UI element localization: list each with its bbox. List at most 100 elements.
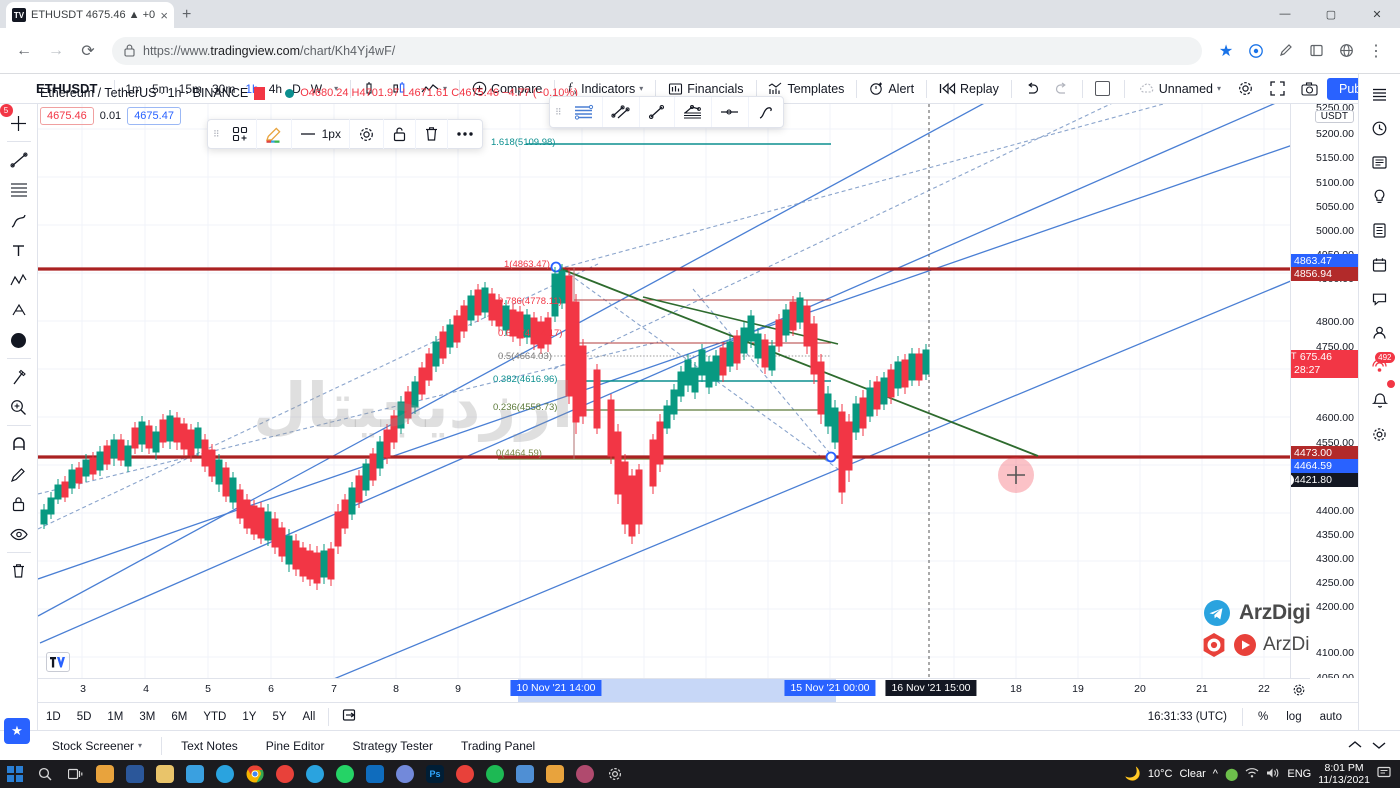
- calendar-icon[interactable]: [1363, 248, 1397, 280]
- app-icon-chrome[interactable]: [240, 760, 270, 788]
- undo-button[interactable]: [1017, 76, 1047, 102]
- tray-expand-icon[interactable]: ^: [1213, 768, 1218, 780]
- globe-icon[interactable]: [1332, 37, 1360, 65]
- chart-canvas[interactable]: 1.618(5109.98) 1(4863.47) 0.786(4778.11)…: [38, 104, 1310, 678]
- collapse-panel-icon[interactable]: [1348, 739, 1362, 753]
- redo-button[interactable]: [1047, 76, 1077, 102]
- delete-icon[interactable]: [416, 119, 448, 149]
- browser-tab[interactable]: TV ETHUSDT 4675.46 ▲ +0.21% Un ×: [6, 2, 174, 28]
- private-chat-icon[interactable]: [1363, 316, 1397, 348]
- app-icon-store[interactable]: [180, 760, 210, 788]
- remove-drawings-tool[interactable]: [2, 556, 36, 586]
- patterns-tool[interactable]: [2, 265, 36, 295]
- ideas-bulb-icon[interactable]: [1363, 180, 1397, 212]
- time-axis[interactable]: 3 4 5 6 7 8 9 12 13 14 18 19 20 21 22 10…: [38, 678, 1310, 702]
- tab-pine-editor[interactable]: Pine Editor: [252, 731, 339, 761]
- app-icon-photoshop[interactable]: Ps: [420, 760, 450, 788]
- extension-puzzle-icon[interactable]: [1242, 37, 1270, 65]
- settings-icon[interactable]: [350, 119, 384, 149]
- log-scale-button[interactable]: log: [1278, 711, 1309, 723]
- tab-stock-screener[interactable]: Stock Screener ▾: [38, 731, 156, 761]
- app-icon-word[interactable]: [120, 760, 150, 788]
- news-icon[interactable]: [1363, 146, 1397, 178]
- updates-icon[interactable]: ⬤: [1225, 767, 1238, 781]
- app-icon-filemanager[interactable]: [90, 760, 120, 788]
- goto-date-icon[interactable]: [334, 708, 366, 725]
- language-indicator[interactable]: ENG: [1287, 768, 1311, 780]
- drag-handle[interactable]: ⠿: [550, 107, 566, 116]
- wifi-icon[interactable]: [1245, 767, 1259, 781]
- magnet-tool[interactable]: [2, 429, 36, 459]
- saved-layout-button[interactable]: Unnamed ▾: [1132, 76, 1228, 102]
- volume-icon[interactable]: [1266, 767, 1280, 782]
- tradingview-logo-badge[interactable]: [46, 652, 70, 672]
- app-icon-spotify[interactable]: [480, 760, 510, 788]
- minimize-button[interactable]: —: [1262, 0, 1308, 28]
- back-icon[interactable]: ←: [10, 37, 38, 65]
- maximize-button[interactable]: ▢: [1308, 0, 1354, 28]
- notification-center-icon[interactable]: [1377, 766, 1392, 782]
- price-axis[interactable]: 5250.00 USDT 5200.00 5150.00 5100.00 505…: [1290, 104, 1358, 678]
- trend-line-icon[interactable]: [640, 97, 675, 127]
- parallel-channel-icon[interactable]: [603, 97, 640, 127]
- lock-drawings-tool[interactable]: [2, 489, 36, 519]
- close-icon[interactable]: ×: [160, 8, 168, 23]
- app-icon-telegram[interactable]: [300, 760, 330, 788]
- app-icon-explorer[interactable]: [150, 760, 180, 788]
- window-close-button[interactable]: ✕: [1354, 0, 1400, 28]
- range-3m[interactable]: 3M: [131, 711, 163, 723]
- forward-icon[interactable]: →: [42, 37, 70, 65]
- text-tool[interactable]: [2, 235, 36, 265]
- start-icon[interactable]: [0, 760, 30, 788]
- app-icon-notes[interactable]: [540, 760, 570, 788]
- app-icon-settings[interactable]: [600, 760, 630, 788]
- template-icon[interactable]: [224, 119, 257, 149]
- app-icon-outlook[interactable]: [360, 760, 390, 788]
- trend-line-tool[interactable]: [2, 145, 36, 175]
- more-icon[interactable]: [448, 119, 482, 149]
- tab-trading-panel[interactable]: Trading Panel: [447, 731, 549, 761]
- replay-button[interactable]: Replay: [932, 76, 1006, 102]
- hotlist-icon[interactable]: [1363, 214, 1397, 246]
- bookmark-star-button[interactable]: ★: [4, 718, 30, 744]
- range-1y[interactable]: 1Y: [234, 711, 264, 723]
- layout-select-button[interactable]: [1088, 76, 1117, 102]
- task-view-icon[interactable]: [60, 760, 90, 788]
- brush-tool[interactable]: [2, 205, 36, 235]
- clock[interactable]: 8:01 PM 11/13/2021: [1318, 762, 1370, 786]
- tab-text-notes[interactable]: Text Notes: [167, 731, 252, 761]
- range-1d[interactable]: 1D: [38, 711, 69, 723]
- alert-button[interactable]: Alert: [862, 76, 921, 102]
- app-icon-vscode[interactable]: [510, 760, 540, 788]
- legend-title[interactable]: Ethereum / TetherUS · 1h · BINANCE: [40, 86, 248, 100]
- prediction-tool[interactable]: [2, 295, 36, 325]
- app-icon-browser2[interactable]: [570, 760, 600, 788]
- cursor-crosshair-tool[interactable]: 5: [0, 104, 36, 138]
- weather-temp[interactable]: 10°C: [1148, 768, 1173, 780]
- range-5d[interactable]: 5D: [69, 711, 100, 723]
- browser-menu-icon[interactable]: ⋮: [1362, 37, 1390, 65]
- app-icon-discord[interactable]: [390, 760, 420, 788]
- range-5y[interactable]: 5Y: [264, 711, 294, 723]
- drag-handle[interactable]: ⠿: [208, 129, 224, 138]
- range-ytd[interactable]: YTD: [195, 711, 234, 723]
- collections-icon[interactable]: [1302, 37, 1330, 65]
- measure-tool[interactable]: [2, 362, 36, 392]
- unlock-icon[interactable]: [384, 119, 416, 149]
- app-icon-opera[interactable]: [270, 760, 300, 788]
- horizontal-lines-icon[interactable]: [566, 97, 603, 127]
- alerts-clock-icon[interactable]: [1363, 112, 1397, 144]
- range-6m[interactable]: 6M: [163, 711, 195, 723]
- address-bar[interactable]: https://www.tradingview.com/chart/Kh4Yj4…: [112, 36, 1202, 65]
- search-icon[interactable]: [30, 760, 60, 788]
- time-axis-settings-icon[interactable]: [1292, 683, 1306, 700]
- edit-pencil-icon[interactable]: [1272, 37, 1300, 65]
- reload-icon[interactable]: ⟳: [74, 37, 102, 65]
- chat-icon[interactable]: [1363, 282, 1397, 314]
- snapshot-button[interactable]: [1294, 76, 1325, 102]
- range-1m[interactable]: 1M: [99, 711, 131, 723]
- new-tab-button[interactable]: +: [182, 6, 191, 24]
- bookmark-star-icon[interactable]: ★: [1212, 37, 1240, 65]
- percent-scale-button[interactable]: %: [1250, 711, 1276, 723]
- horizontal-ray-icon[interactable]: [712, 97, 749, 127]
